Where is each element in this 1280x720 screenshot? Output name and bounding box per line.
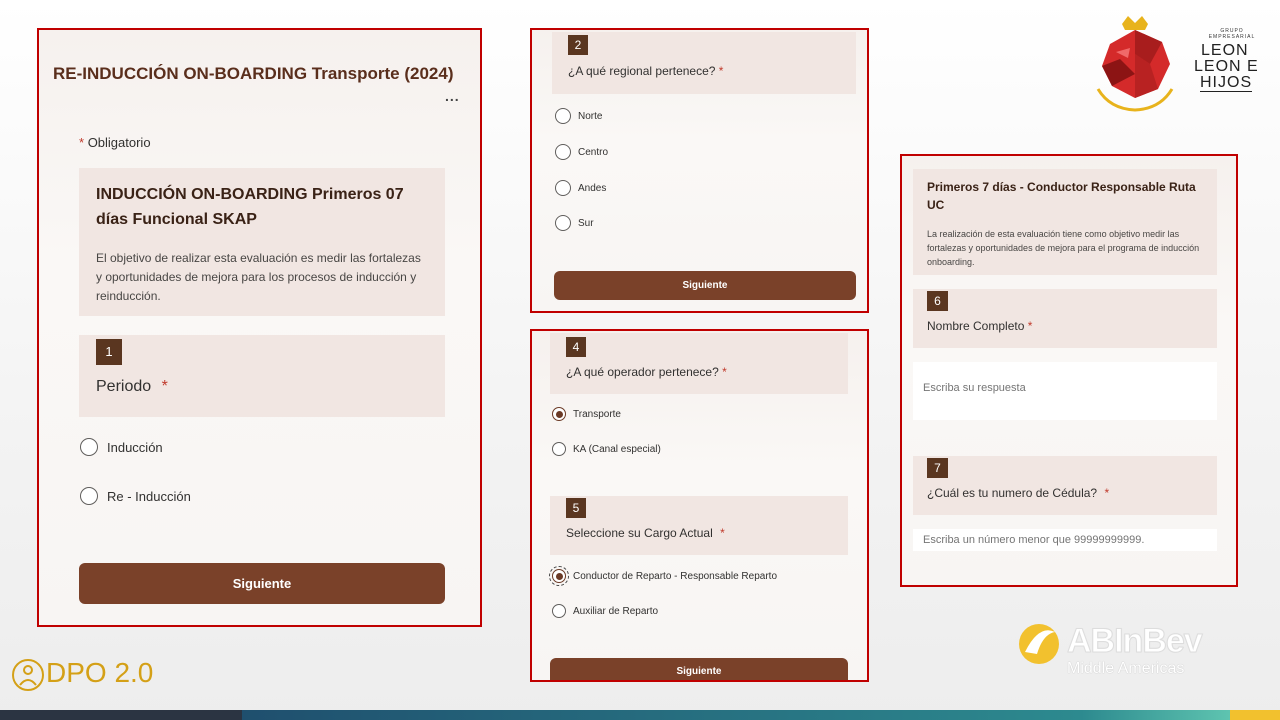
nombre-input[interactable] <box>913 362 1217 420</box>
question-text: Nombre Completo * <box>927 319 1032 333</box>
question-label: Periodo <box>96 378 152 395</box>
leon-line-3: HIJOS <box>1200 74 1253 92</box>
question-label: ¿A qué regional pertenece? <box>568 64 716 78</box>
section-header-card: Primeros 7 días - Conductor Responsable … <box>913 169 1217 275</box>
dpo-logo: DPO 2.0 <box>10 655 170 695</box>
footer-strip-teal <box>242 710 1230 720</box>
radio-button[interactable] <box>555 215 571 231</box>
radio-label: Centro <box>578 146 609 158</box>
abinbev-logo: ABInBev Middle Americas <box>1015 620 1265 680</box>
next-button[interactable]: Siguiente <box>79 563 445 604</box>
question-number: 5 <box>566 498 586 518</box>
question-number: 1 <box>96 339 122 365</box>
required-star: * <box>161 378 168 395</box>
dpo-emblem-icon <box>12 659 44 691</box>
section-title: INDUCCIÓN ON-BOARDING Primeros 07 días F… <box>96 186 404 228</box>
dpo-wordmark: DPO 2.0 <box>46 657 154 688</box>
question-card-operador: 4 ¿A qué operador pertenece? * <box>550 333 848 394</box>
required-star: * <box>718 64 724 78</box>
form-panel-datos: Primeros 7 días - Conductor Responsable … <box>900 154 1238 587</box>
question-number: 2 <box>568 35 588 55</box>
leon-small-caption: GRUPO EMPRESARIAL <box>1208 28 1256 40</box>
radio-label: Re - Inducción <box>107 488 191 504</box>
footer-strip-dark <box>0 710 242 720</box>
form-title: RE-INDUCCIÓN ON-BOARDING Transporte (202… <box>53 64 454 83</box>
more-options-icon[interactable]: ... <box>445 88 460 104</box>
radio-option-norte[interactable]: Norte <box>555 108 602 124</box>
lion-crest-icon <box>1096 16 1174 112</box>
radio-option-andes[interactable]: Andes <box>555 180 606 196</box>
radio-label: Sur <box>578 217 594 229</box>
radio-button[interactable] <box>555 108 571 124</box>
radio-button[interactable] <box>555 180 571 196</box>
radio-button[interactable] <box>80 487 98 505</box>
radio-option-ka[interactable]: KA (Canal especial) <box>552 442 661 456</box>
question-number: 6 <box>927 291 948 311</box>
radio-button-selected[interactable] <box>549 566 569 586</box>
section-title: Primeros 7 días - Conductor Responsable … <box>927 180 1196 212</box>
required-star: * <box>79 135 85 150</box>
question-card-nombre: 6 Nombre Completo * <box>913 289 1217 348</box>
radio-label: Auxiliar de Reparto <box>573 605 659 617</box>
footer-strip-yellow <box>1230 710 1280 720</box>
radio-option-centro[interactable]: Centro <box>555 144 608 160</box>
question-label: ¿A qué operador pertenece? <box>566 365 719 379</box>
required-star: * <box>720 526 725 540</box>
radio-option-conductor[interactable]: Conductor de Reparto - Responsable Repar… <box>549 566 778 586</box>
section-header-card: INDUCCIÓN ON-BOARDING Primeros 07 días F… <box>79 168 445 316</box>
question-card-cargo: 5 Seleccione su Cargo Actual * <box>550 496 848 555</box>
question-number: 4 <box>566 337 586 357</box>
question-card-cedula: 7 ¿Cuál es tu numero de Cédula? * <box>913 456 1217 515</box>
radio-button-selected[interactable] <box>552 407 566 421</box>
form-panel-regional: 2 ¿A qué regional pertenece? * Norte Cen… <box>530 28 869 313</box>
radio-button[interactable] <box>555 144 571 160</box>
radio-label: KA (Canal especial) <box>573 443 661 455</box>
question-text: Periodo * <box>96 378 168 396</box>
required-star: * <box>722 365 727 379</box>
radio-label: Transporte <box>573 408 621 420</box>
radio-option-auxiliar[interactable]: Auxiliar de Reparto <box>552 604 658 618</box>
question-text: ¿A qué regional pertenece? * <box>568 64 723 78</box>
radio-option-induccion[interactable]: Inducción <box>80 438 163 456</box>
required-star: * <box>1027 319 1033 333</box>
question-label: Nombre Completo <box>927 319 1025 333</box>
question-text: ¿Cuál es tu numero de Cédula? * <box>927 486 1109 500</box>
question-card-periodo: 1 Periodo * <box>79 335 445 417</box>
cedula-input[interactable] <box>913 529 1217 551</box>
next-button[interactable]: Siguiente <box>554 271 856 300</box>
radio-option-transporte[interactable]: Transporte <box>552 407 621 421</box>
section-description: El objetivo de realizar esta evaluación … <box>96 251 421 303</box>
radio-button[interactable] <box>80 438 98 456</box>
abinbev-subtitle: Middle Americas <box>1067 660 1185 677</box>
abinbev-wordmark: ABInBev <box>1067 622 1204 661</box>
question-text: ¿A qué operador pertenece? * <box>566 365 727 379</box>
question-label: Seleccione su Cargo Actual <box>566 526 713 540</box>
radio-label: Andes <box>578 182 607 194</box>
form-panel-operador: 4 ¿A qué operador pertenece? * Transport… <box>530 329 869 682</box>
radio-label: Inducción <box>107 439 163 455</box>
abinbev-emblem-icon <box>1019 624 1059 664</box>
leon-e-hijos-logo: GRUPO EMPRESARIAL LEON LEON E HIJOS <box>1090 14 1265 114</box>
form-panel-periodo: RE-INDUCCIÓN ON-BOARDING Transporte (202… <box>37 28 482 627</box>
radio-label: Norte <box>578 110 603 122</box>
next-button[interactable]: Siguiente <box>550 658 848 680</box>
section-description: La realización de esta evaluación tiene … <box>927 229 1200 267</box>
radio-button[interactable] <box>552 442 566 456</box>
question-text: Seleccione su Cargo Actual * <box>566 526 725 540</box>
question-card-regional: 2 ¿A qué regional pertenece? * <box>552 32 856 94</box>
question-number: 7 <box>927 458 948 478</box>
radio-option-reinduccion[interactable]: Re - Inducción <box>80 487 191 505</box>
radio-option-sur[interactable]: Sur <box>555 215 594 231</box>
required-note: * Obligatorio <box>79 135 151 150</box>
required-star: * <box>1104 486 1110 500</box>
required-label: Obligatorio <box>87 135 151 150</box>
question-label: ¿Cuál es tu numero de Cédula? <box>927 486 1098 500</box>
radio-button[interactable] <box>552 604 566 618</box>
radio-label: Conductor de Reparto - Responsable Repar… <box>573 570 778 582</box>
